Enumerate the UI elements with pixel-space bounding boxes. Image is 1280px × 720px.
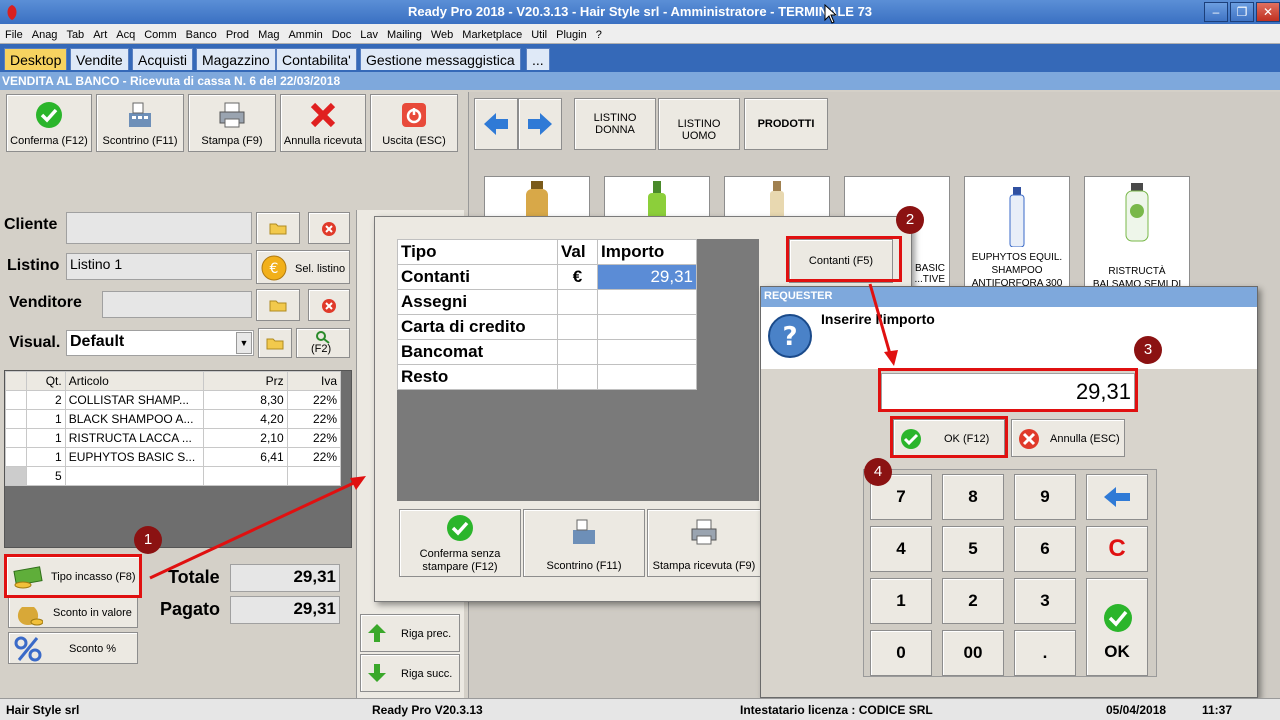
status-company: Hair Style srl [6,703,80,717]
step-badge: 1 [134,526,162,554]
status-date: 05/04/2018 [1106,703,1167,717]
status-bar: Hair Style srl Ready Pro V20.3.13 Intest… [0,698,1280,720]
status-license: Intestatario licenza : CODICE SRL [740,703,933,717]
highlight-box [786,236,902,282]
annotation-arrows [149,283,898,580]
highlight-box [890,416,1008,458]
step-badge: 4 [864,458,892,486]
highlight-box [878,368,1138,412]
status-time: 11:37 [1202,703,1233,717]
step-badge: 2 [896,206,924,234]
step-badge: 3 [1134,336,1162,364]
highlight-box [4,554,142,598]
status-version: Ready Pro V20.3.13 [372,703,483,717]
mouse-cursor-icon [824,4,838,24]
